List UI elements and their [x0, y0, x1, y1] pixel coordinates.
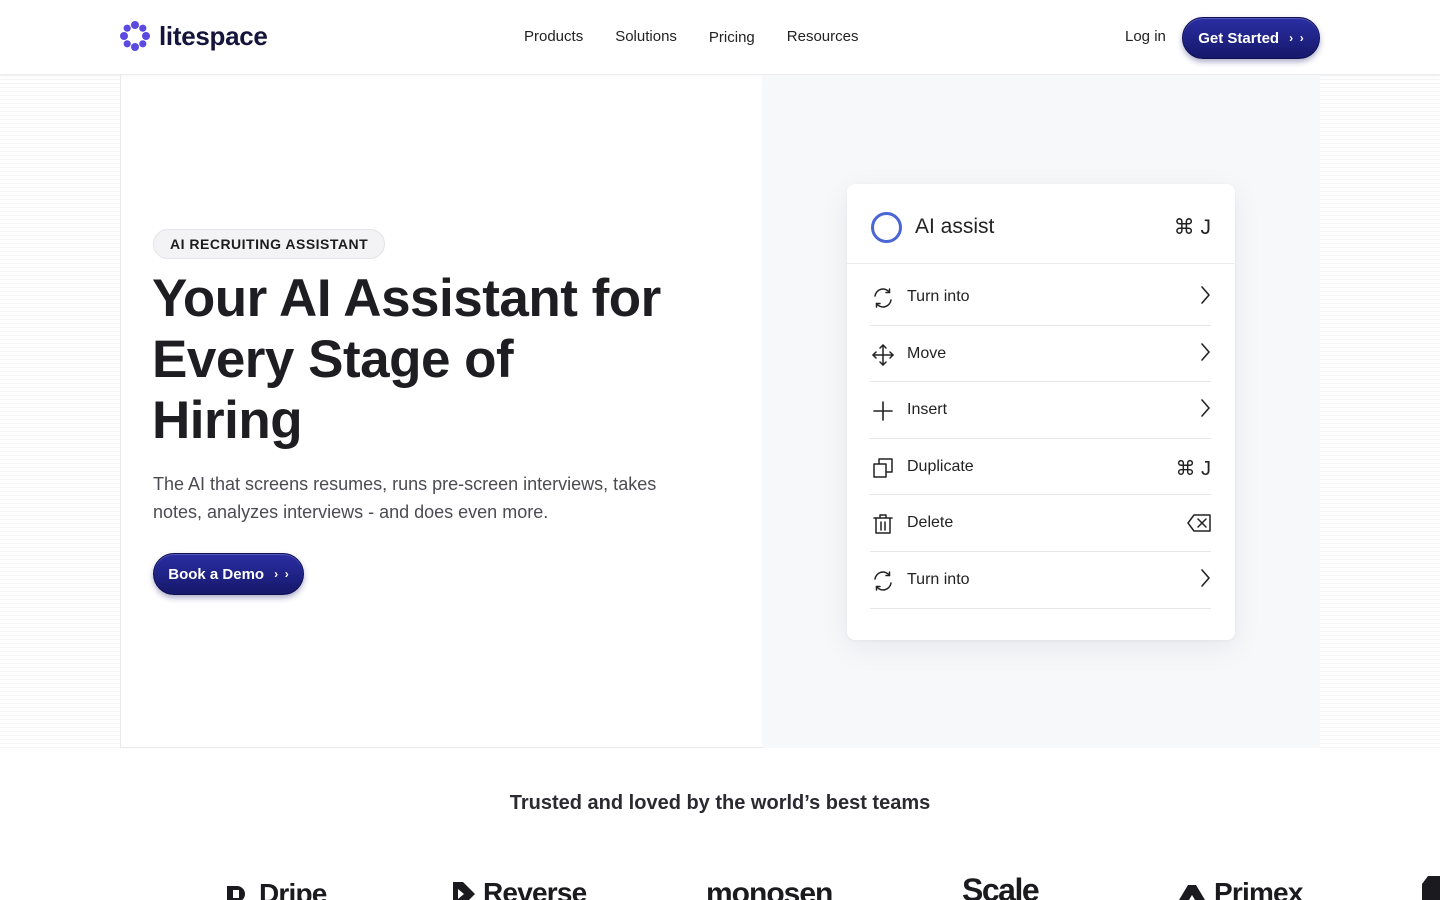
logo-text: Primex [1214, 877, 1303, 900]
ai-assist-shortcut: ⌘ J [1173, 216, 1211, 239]
menu-item-insert[interactable]: Insert [870, 382, 1211, 439]
chevron-right-icon [1199, 398, 1211, 418]
chevron-right-icon [1199, 342, 1211, 362]
nav-products[interactable]: Products [524, 28, 583, 46]
hero-subtitle: The AI that screens resumes, runs pre-sc… [153, 474, 657, 522]
partial-logo-icon [1422, 876, 1440, 900]
logo-partial [1422, 876, 1440, 900]
ai-assist-title: AI assist [915, 215, 995, 238]
ai-ring-icon [871, 212, 902, 243]
flower-logo-icon [120, 21, 150, 51]
chevron-right-icon [1199, 285, 1211, 305]
customer-logos: Dripe Reverse monosen Scale Primex [0, 872, 1440, 900]
reverse-logo-icon [453, 882, 475, 900]
chevron-right-icon: › › [1289, 31, 1304, 45]
ai-assist-card: AI assist ⌘ J Turn into Move Insert Dupl… [847, 184, 1235, 640]
backspace-icon [1187, 514, 1211, 533]
logo-text: Scale [962, 872, 1040, 900]
menu-item-move[interactable]: Move [870, 326, 1211, 383]
ai-assist-menu: Turn into Move Insert Duplicate ⌘ J Dele… [870, 269, 1211, 609]
plus-icon [873, 401, 893, 421]
get-started-button[interactable]: Get Started › › [1182, 17, 1320, 59]
duplicate-icon [873, 458, 893, 478]
menu-item-delete[interactable]: Delete [870, 495, 1211, 552]
nav-resources[interactable]: Resources [787, 28, 859, 46]
hero-title: Your AI Assistant for Every Stage of Hir… [152, 269, 661, 450]
menu-item-turn-into[interactable]: Turn into [870, 552, 1211, 609]
logo-reverse: Reverse [451, 877, 587, 900]
book-demo-button[interactable]: Book a Demo › › [153, 553, 304, 595]
logo-dripe: Dripe [227, 878, 327, 900]
menu-item-label: Turn into [907, 288, 970, 305]
menu-item-label: Duplicate [907, 457, 974, 475]
brand-logo[interactable]: litespace [119, 20, 268, 52]
chevron-right-icon: › › [274, 567, 289, 581]
primex-logo-icon [1179, 885, 1205, 900]
logo-text: monosen [706, 877, 833, 900]
chevron-right-icon [1199, 568, 1211, 588]
site-header: litespace Products Solutions Pricing Res… [0, 0, 1440, 75]
logo-text: Reverse [483, 877, 587, 900]
logo-monosen: monosen [706, 877, 833, 900]
menu-item-label: Turn into [907, 570, 970, 588]
move-icon [872, 343, 894, 366]
duplicate-shortcut: ⌘ J [1175, 457, 1211, 480]
main-nav: Products Solutions Pricing Resources [524, 28, 890, 46]
logo-primex: Primex [1176, 877, 1303, 900]
left-stripe-background [0, 75, 120, 748]
menu-item-turn-into[interactable]: Turn into [870, 269, 1211, 326]
hero-badge: AI RECRUITING ASSISTANT [153, 229, 386, 259]
trusted-heading: Trusted and loved by the world’s best te… [509, 792, 931, 814]
trash-icon [873, 514, 893, 535]
menu-item-duplicate[interactable]: Duplicate ⌘ J [870, 439, 1211, 496]
refresh-icon [874, 571, 892, 591]
get-started-label: Get Started [1198, 29, 1280, 47]
right-stripe-background [1320, 75, 1440, 748]
brand-name: litespace [159, 20, 268, 51]
book-demo-label: Book a Demo [168, 565, 265, 583]
ai-assist-header: AI assist ⌘ J [847, 184, 1235, 264]
nav-pricing[interactable]: Pricing [709, 29, 755, 46]
nav-solutions[interactable]: Solutions [615, 28, 677, 46]
logo-text: Dripe [259, 878, 327, 900]
menu-item-label: Delete [907, 514, 954, 532]
login-link[interactable]: Log in [1125, 28, 1166, 45]
dripe-logo-icon [227, 886, 245, 900]
menu-item-label: Move [907, 344, 947, 362]
refresh-icon [874, 288, 892, 308]
logo-scale: Scale [962, 872, 1040, 900]
menu-item-label: Insert [907, 401, 948, 419]
